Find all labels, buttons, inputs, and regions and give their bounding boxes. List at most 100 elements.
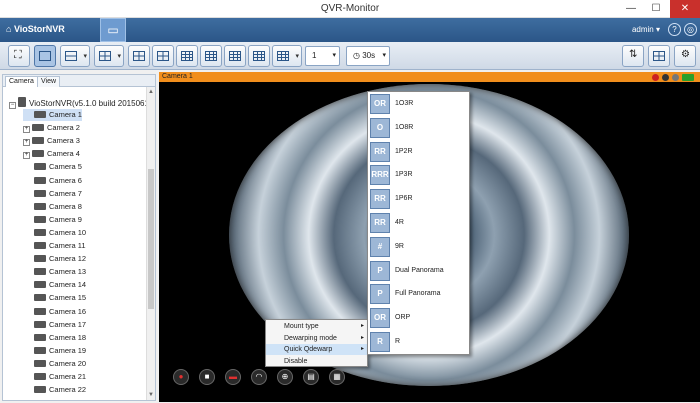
expand-icon[interactable]: + bbox=[23, 126, 30, 134]
camera-name: Camera 13 bbox=[49, 267, 87, 277]
help-icon[interactable]: ? bbox=[668, 23, 681, 36]
camera-icon bbox=[34, 386, 46, 394]
emap-button[interactable] bbox=[648, 45, 670, 67]
tree-camera-item[interactable]: Camera 7 bbox=[23, 188, 82, 200]
expand-icon[interactable]: + bbox=[23, 152, 30, 160]
camera-name: Camera 12 bbox=[49, 254, 87, 264]
tree-camera-item[interactable]: + Camera 2 bbox=[23, 122, 80, 134]
settings-button[interactable]: ⚙ bbox=[674, 45, 696, 67]
language-icon[interactable]: ◎ bbox=[684, 23, 697, 36]
context-menu-item[interactable]: Disable bbox=[266, 356, 367, 367]
user-menu[interactable]: admin ▾ bbox=[632, 25, 660, 34]
qdewarp-option[interactable]: OR ORP bbox=[368, 307, 469, 329]
ptz-icon[interactable]: ◠ bbox=[251, 369, 267, 385]
tree-camera-item[interactable]: Camera 1 bbox=[23, 109, 82, 121]
tree-camera-item[interactable]: Camera 21 bbox=[23, 371, 86, 383]
sidebar-scrollbar[interactable]: ▲ ▼ bbox=[146, 87, 155, 400]
channel-label: Camera 1 bbox=[162, 73, 193, 80]
layout-12-button[interactable] bbox=[224, 45, 246, 67]
layout-more-dropdown[interactable]: ▾ bbox=[272, 45, 302, 67]
qdewarp-option[interactable]: P Dual Panorama bbox=[368, 260, 469, 282]
tab-view[interactable]: View bbox=[37, 76, 61, 87]
qdewarp-option[interactable]: P Full Panorama bbox=[368, 283, 469, 305]
alarm-button[interactable]: ⇅ bbox=[622, 45, 644, 67]
qdewarp-option[interactable]: OR 1O3R bbox=[368, 93, 469, 115]
tree-camera-item[interactable]: Camera 5 bbox=[23, 161, 82, 173]
context-menu-item[interactable]: Quick Qdewarp ▸ bbox=[266, 344, 367, 355]
layout-icon[interactable]: ▦ bbox=[329, 369, 345, 385]
expand-icon[interactable]: + bbox=[23, 139, 30, 147]
monitor-tab[interactable]: ▭ bbox=[100, 18, 126, 42]
channel-select[interactable]: 1 ▾ bbox=[305, 46, 340, 66]
camera-icon bbox=[32, 124, 44, 132]
camera-name: Camera 11 bbox=[49, 241, 86, 250]
qdewarp-option-label: 1P6R bbox=[395, 195, 413, 203]
fullscreen-button[interactable]: ⛶ bbox=[8, 45, 30, 67]
tree-camera-item[interactable]: Camera 11 bbox=[23, 240, 86, 252]
tree-camera-item[interactable]: Camera 9 bbox=[23, 214, 82, 226]
qdewarp-option[interactable]: RR 1P2R bbox=[368, 141, 469, 163]
context-menu-item[interactable]: Dewarping mode ▸ bbox=[266, 333, 367, 344]
tree-camera-item[interactable]: + Camera 3 bbox=[23, 135, 80, 147]
camera-name: Camera 22 bbox=[49, 385, 87, 395]
tree-root-server[interactable]: − VioStorNVR(v5.1.0 build 2015061( bbox=[9, 97, 147, 109]
tree-camera-item[interactable]: Camera 14 bbox=[23, 279, 86, 291]
layout-4-button[interactable] bbox=[128, 45, 150, 67]
tree-camera-item[interactable]: Camera 15 bbox=[23, 292, 86, 304]
audio-icon[interactable]: ▬ bbox=[225, 369, 241, 385]
record-icon[interactable]: ● bbox=[173, 369, 189, 385]
tree-camera-item[interactable]: Camera 8 bbox=[23, 201, 82, 213]
tree-camera-item[interactable]: Camera 6 bbox=[23, 175, 82, 187]
camera-icon bbox=[34, 176, 46, 184]
qdewarp-option[interactable]: RR 1P6R bbox=[368, 188, 469, 210]
close-button[interactable]: ✕ bbox=[670, 0, 700, 18]
digital-zoom-icon[interactable]: ⊕ bbox=[277, 369, 293, 385]
dewarp-layout-icon: O bbox=[370, 117, 390, 138]
camera-tree: − VioStorNVR(v5.1.0 build 2015061( Camera… bbox=[3, 89, 147, 400]
layout-6-button[interactable] bbox=[152, 45, 174, 67]
camera-name: Camera 19 bbox=[49, 345, 87, 355]
layout-1x1-button[interactable] bbox=[34, 45, 56, 67]
tab-camera[interactable]: Camera bbox=[5, 76, 38, 87]
quick-qdewarp-submenu: OR 1O3R O 1O8R RR 1P2R RRR 1P3R RR 1P6R RR 4R #9R P Du… bbox=[367, 91, 470, 355]
sixteen-view-icon bbox=[253, 51, 265, 61]
emap-icon bbox=[653, 51, 665, 61]
monitor-icon: ▭ bbox=[107, 23, 119, 37]
recording-status-icon bbox=[652, 74, 659, 81]
dewarp-layout-icon: OR bbox=[370, 308, 390, 329]
sequence-interval-select[interactable]: ◷ 30s ▾ bbox=[346, 46, 390, 66]
qdewarp-option[interactable]: O 1O8R bbox=[368, 117, 469, 139]
channel-header: Camera 1 bbox=[159, 72, 700, 82]
qdewarp-option-label: ORP bbox=[395, 314, 411, 322]
qdewarp-option[interactable]: RR bbox=[368, 331, 469, 353]
tree-camera-item[interactable]: Camera 13 bbox=[23, 266, 86, 278]
playback-icon[interactable]: ▤ bbox=[303, 369, 319, 385]
tree-camera-item[interactable]: Camera 17 bbox=[23, 319, 86, 331]
camera-icon bbox=[34, 255, 46, 263]
tree-camera-item[interactable]: Camera 18 bbox=[23, 332, 86, 344]
qdewarp-option-label: 1P3R bbox=[395, 171, 413, 179]
layout-split-dropdown[interactable]: ▾ bbox=[60, 45, 90, 67]
tree-camera-item[interactable]: Camera 22 bbox=[23, 384, 86, 396]
layout-1p-dropdown[interactable]: ▾ bbox=[94, 45, 124, 67]
tree-camera-item[interactable]: + Camera 4 bbox=[23, 148, 80, 160]
tree-camera-item[interactable]: Camera 10 bbox=[23, 227, 86, 239]
layout-9-button[interactable] bbox=[200, 45, 222, 67]
layout-8-button[interactable] bbox=[176, 45, 198, 67]
scrollbar-thumb[interactable] bbox=[148, 169, 154, 309]
tree-camera-item[interactable]: Camera 12 bbox=[23, 253, 86, 265]
qdewarp-option[interactable]: RRR 1P3R bbox=[368, 164, 469, 186]
qdewarp-option[interactable]: RR 4R bbox=[368, 212, 469, 234]
qdewarp-option[interactable]: #9R bbox=[368, 236, 469, 258]
maximize-button[interactable]: ☐ bbox=[645, 0, 667, 18]
camera-name: Camera 14 bbox=[49, 280, 87, 290]
tree-camera-item[interactable]: Camera 16 bbox=[23, 306, 86, 318]
context-menu-item[interactable]: Mount type ▸ bbox=[266, 321, 367, 332]
minimize-button[interactable]: — bbox=[620, 0, 642, 18]
camera-name: Camera 2 bbox=[47, 123, 80, 133]
tree-camera-item[interactable]: Camera 20 bbox=[23, 358, 86, 370]
layout-16-button[interactable] bbox=[248, 45, 270, 67]
alarm-icon: ⇅ bbox=[629, 49, 638, 60]
snapshot-icon[interactable]: ■ bbox=[199, 369, 215, 385]
tree-camera-item[interactable]: Camera 19 bbox=[23, 345, 86, 357]
